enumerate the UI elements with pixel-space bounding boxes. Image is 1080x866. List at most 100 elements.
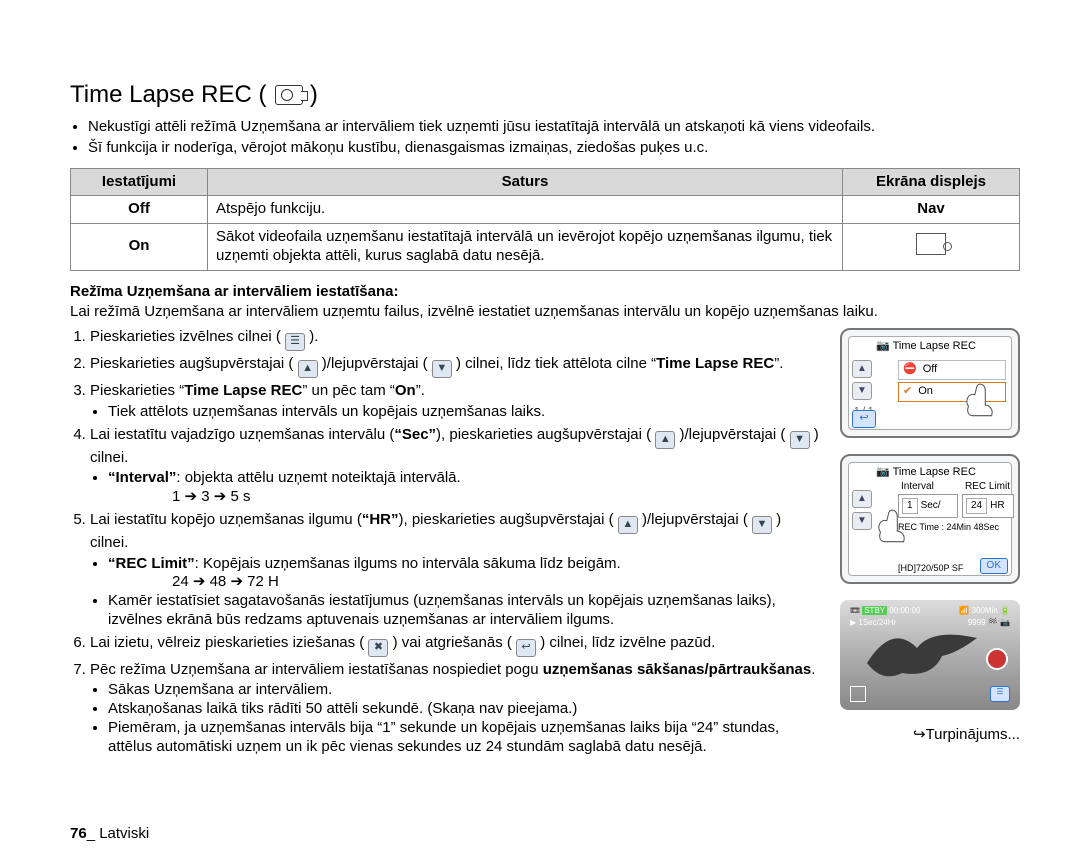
- sub-bullet: “Interval”: objekta attēlu uzņemt noteik…: [108, 469, 822, 507]
- text: : objekta attēlu uzņemt noteiktajā inter…: [176, 469, 460, 486]
- th-settings: Iestatījumi: [71, 168, 208, 196]
- intro-list: Nekustīgi attēli režīmā Uzņemšana ar int…: [70, 118, 1020, 158]
- text: Pēc režīma Uzņemšana ar intervāliem iest…: [90, 661, 543, 678]
- close-icon: ✖: [368, 639, 388, 657]
- rec-limit-box[interactable]: REC Limit 24 HR: [962, 494, 1014, 518]
- cell-on: On: [71, 224, 208, 271]
- text: )/lejupvērstajai (: [680, 426, 786, 443]
- sub-bullet: “REC Limit”: Kopējais uzņemšanas ilgums …: [108, 555, 822, 593]
- cell-off-desc: Atspējo funkciju.: [208, 196, 843, 224]
- text: Time Lapse REC: [893, 466, 976, 478]
- value: 24: [966, 498, 987, 515]
- title-text: Time Lapse REC (: [70, 81, 267, 108]
- text: ) vai atgriešanās (: [393, 634, 512, 651]
- steps-list: Pieskarieties izvēlnes cilnei ( ☰ ). Pie…: [70, 328, 822, 756]
- text: ” un pēc tam “: [302, 382, 395, 399]
- text: Lai iestatītu vajadzīgo uzņemšanas inter…: [90, 426, 394, 443]
- display-clock-icon: [916, 233, 946, 255]
- interval-hud: 1Sec/24Hr: [858, 618, 896, 627]
- grid-icon[interactable]: [850, 686, 866, 702]
- min: 300Min: [972, 606, 998, 615]
- text: Lai izietu, vēlreiz pieskarieties izieša…: [90, 634, 364, 651]
- language-label: Latviski: [99, 825, 149, 842]
- down-icon: ▼: [752, 516, 772, 534]
- text: ), pieskarieties augšupvērstajai (: [399, 511, 614, 528]
- table-row: On Sākot videofaila uzņemšanu iestatītaj…: [71, 224, 1020, 271]
- text: ) cilnei, līdz tiek attēlota cilne “: [456, 355, 656, 372]
- sub-bullet: Kamēr iestatīsiet sagatavošanās iestatīj…: [108, 592, 822, 630]
- screen-title: 📷 Time Lapse REC: [876, 340, 976, 354]
- table-row: Off Atspējo funkciju. Nav: [71, 196, 1020, 224]
- ok-button[interactable]: OK: [980, 558, 1008, 575]
- touch-finger-icon: [958, 380, 1000, 422]
- bold: “Sec”: [394, 426, 436, 443]
- section-paragraph: Lai režīmā Uzņemšana ar intervāliem uzņe…: [70, 303, 1020, 322]
- step-5: Lai iestatītu kopējo uzņemšanas ilgumu (…: [90, 511, 822, 630]
- down-icon[interactable]: ▼: [852, 512, 872, 530]
- text: ”.: [416, 382, 425, 399]
- th-display: Ekrāna displejs: [843, 168, 1020, 196]
- rec-time-label: REC Time : 24Min 48Sec: [898, 522, 999, 533]
- steps-column: Pieskarieties izvēlnes cilnei ( ☰ ). Pie…: [70, 328, 822, 760]
- page-title: Time Lapse REC ( ): [70, 80, 1020, 110]
- content-columns: Pieskarieties izvēlnes cilnei ( ☰ ). Pie…: [70, 328, 1020, 760]
- separator: _: [87, 825, 100, 842]
- stby-badge: STBY: [862, 606, 887, 615]
- step-2: Pieskarieties augšupvērstajai ( ▲ )/leju…: [90, 355, 822, 378]
- bold: “HR”: [362, 511, 399, 528]
- bold: “REC Limit”: [108, 555, 195, 572]
- text: )/lejupvērstajai (: [642, 511, 748, 528]
- down-icon[interactable]: ▼: [852, 382, 872, 400]
- cell-off: Off: [71, 196, 208, 224]
- unit: HR: [990, 500, 1004, 513]
- hud-top: 📼 STBY 00:00:00 📶 300Min 🔋: [850, 606, 1010, 616]
- title-end: ): [310, 81, 318, 108]
- page-footer: 76_ Latviski: [70, 825, 149, 844]
- sub-bullet: Tiek attēlots uzņemšanas intervāls un ko…: [108, 403, 822, 422]
- count: 9999: [968, 618, 986, 627]
- time: 00:00:00: [889, 606, 920, 615]
- document-page: Time Lapse REC ( ) Nekustīgi attēli režī…: [0, 0, 1080, 866]
- menu-icon: ☰: [285, 333, 305, 351]
- step-3: Pieskarieties “Time Lapse REC” un pēc ta…: [90, 382, 822, 422]
- menu-icon[interactable]: ☰: [990, 686, 1010, 702]
- screen-interval: 📷 Time Lapse REC ▲ ▼ Interval 1 Sec/ REC…: [840, 454, 1020, 584]
- text: : Kopējais uzņemšanas ilgums no intervāl…: [195, 555, 621, 572]
- unit: Sec/: [921, 500, 941, 513]
- text: Pieskarieties “: [90, 382, 184, 399]
- screen-title: 📷 Time Lapse REC: [876, 466, 976, 480]
- indent-line: 1 ➔ 3 ➔ 5 s: [172, 488, 822, 507]
- up-icon[interactable]: ▲: [852, 360, 872, 378]
- bold: On: [395, 382, 416, 399]
- back-icon: ↩: [516, 639, 536, 657]
- up-icon: ▲: [298, 360, 318, 378]
- section-heading: Režīma Uzņemšana ar intervāliem iestatīš…: [70, 283, 1020, 302]
- label: On: [918, 385, 933, 399]
- text: Time Lapse REC: [893, 340, 976, 352]
- text: .: [811, 661, 815, 678]
- sub-bullet: Atskaņošanas laikā tiks rādīti 50 attēli…: [108, 700, 822, 719]
- screen-options: 📷 Time Lapse REC ▲ ▼ ⛔Off ✔On 1 / 1 ↩: [840, 328, 1020, 438]
- up-icon[interactable]: ▲: [852, 490, 872, 508]
- text: Pieskarieties augšupvērstajai (: [90, 355, 293, 372]
- step-6: Lai izietu, vēlreiz pieskarieties izieša…: [90, 634, 822, 657]
- th-content: Saturs: [208, 168, 843, 196]
- page-number: 76: [70, 825, 87, 842]
- down-icon: ▼: [790, 431, 810, 449]
- up-icon: ▲: [618, 516, 638, 534]
- label: REC Limit: [965, 481, 1010, 494]
- continued-label: ↪Turpinājums...: [840, 726, 1020, 745]
- text: ), pieskarieties augšupvērstajai (: [436, 426, 651, 443]
- intro-item: Nekustīgi attēli režīmā Uzņemšana ar int…: [88, 118, 1020, 137]
- text: )/lejupvērstajai (: [322, 355, 428, 372]
- bold: Time Lapse REC: [184, 382, 302, 399]
- option-off[interactable]: ⛔Off: [898, 360, 1006, 380]
- settings-table: Iestatījumi Saturs Ekrāna displejs Off A…: [70, 168, 1020, 271]
- bold: Time Lapse REC: [656, 355, 774, 372]
- intro-item: Šī funkcija ir noderīga, vērojot mākoņu …: [88, 139, 1020, 158]
- bird-silhouette-icon: [862, 618, 982, 688]
- up-icon: ▲: [655, 431, 675, 449]
- return-button[interactable]: ↩: [852, 410, 876, 428]
- cell-on-desc: Sākot videofaila uzņemšanu iestatītajā i…: [208, 224, 843, 271]
- bold: “Interval”: [108, 469, 176, 486]
